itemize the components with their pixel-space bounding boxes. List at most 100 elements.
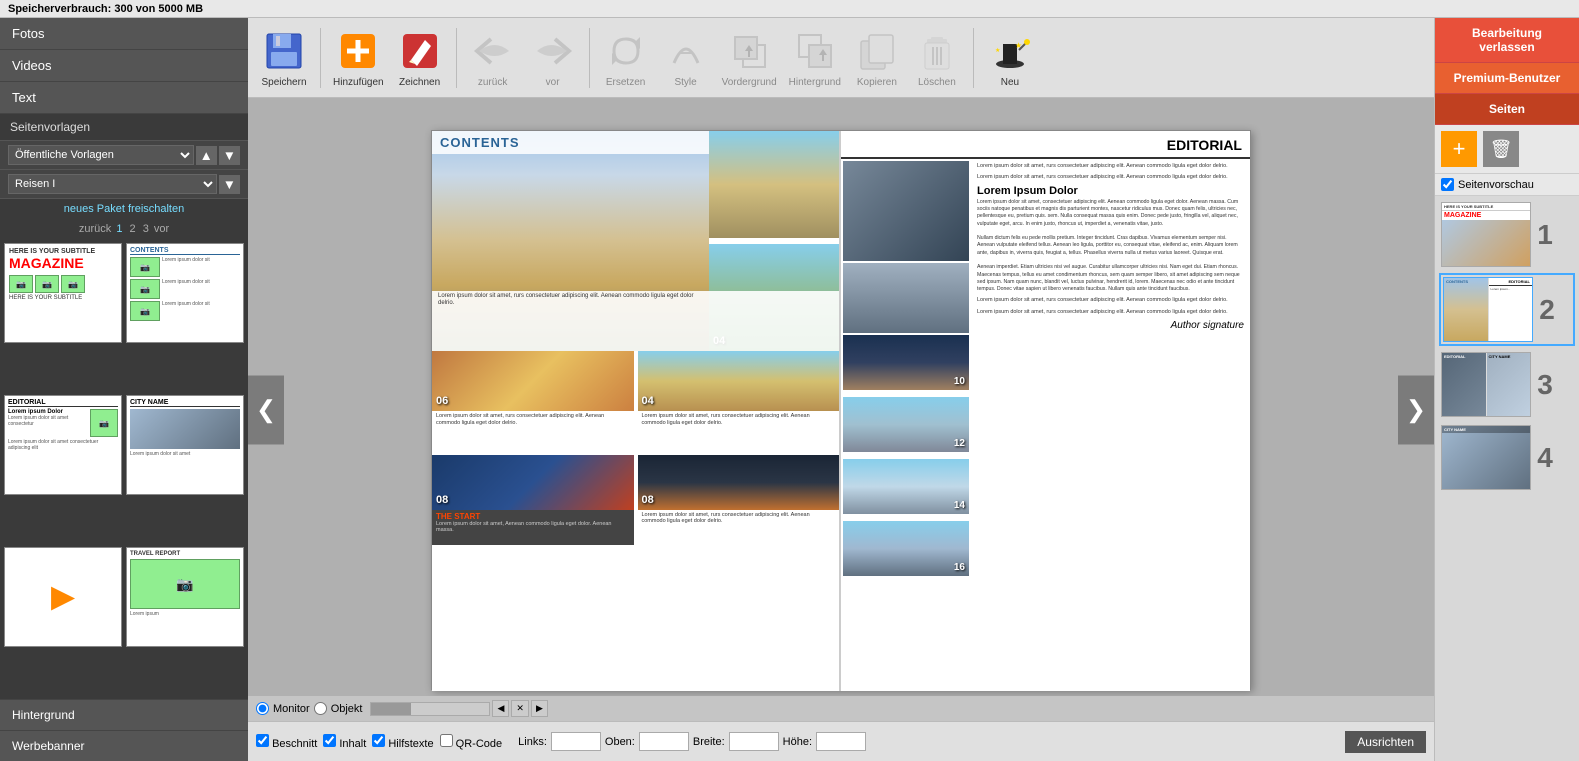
seitenvorschau-label: Seitenvorschau — [1458, 179, 1534, 191]
page-num-1: 1 — [1535, 219, 1555, 251]
template-grid: HERE IS YOUR SUBTITLE MAGAZINE 📷 📷 📷 HER… — [0, 239, 248, 699]
sidebar-reisen-row: Reisen I ▼ — [0, 170, 248, 199]
monitor-radio[interactable] — [256, 702, 269, 715]
hinzufuegen-tool[interactable]: Hinzufügen — [329, 25, 388, 90]
scroll-right-btn[interactable]: ▶ — [531, 700, 548, 717]
zurueck-label: zurück — [478, 77, 507, 88]
template-thumb-6[interactable]: TRAVEL REPORT 📷 Lorem ipsum — [126, 547, 244, 647]
hoehe-input[interactable] — [816, 732, 866, 751]
oeffentliche-vorlagen-select[interactable]: Öffentliche Vorlagen — [8, 145, 194, 165]
vorlagen-scroll-up[interactable]: ▲ — [196, 146, 217, 165]
nav-page3[interactable]: 3 — [143, 223, 149, 235]
reisen-select[interactable]: Reisen I — [8, 174, 217, 194]
hinzufuegen-label: Hinzufügen — [333, 77, 384, 88]
page-thumb-item-2[interactable]: CONTENTS EDITORIAL Lorem ipsum... 2 — [1439, 273, 1575, 346]
zurueck-tool[interactable]: zurück — [465, 25, 521, 90]
left-sidebar: Fotos Videos Text Seitenvorlagen Öffentl… — [0, 18, 248, 761]
vor-tool[interactable]: vor — [525, 25, 581, 90]
sidebar-fotos-btn[interactable]: Fotos — [0, 18, 248, 50]
template-thumb-2[interactable]: CONTENTS 📷 Lorem ipsum dolor sit 📷 Lorem… — [126, 243, 244, 343]
breite-label: Breite: — [693, 736, 725, 748]
contents-item-08-text: Lorem ipsum dolor sit amet, rurs consect… — [642, 512, 810, 524]
ersetzen-label: Ersetzen — [606, 77, 645, 88]
sidebar-videos-btn[interactable]: Videos — [0, 50, 248, 82]
ausrichten-btn[interactable]: Ausrichten — [1345, 731, 1426, 753]
vorlagen-scroll-down[interactable]: ▼ — [219, 146, 240, 165]
scroll-left-btn[interactable]: ◀ — [492, 700, 509, 717]
premium-benutzer-btn[interactable]: Premium-Benutzer — [1435, 63, 1579, 94]
seitenvorschau-checkbox[interactable] — [1441, 178, 1454, 191]
speichern-tool[interactable]: Speichern — [256, 25, 312, 90]
style-label: Style — [674, 77, 696, 88]
canvas-nav-right-btn[interactable]: ❯ — [1398, 375, 1434, 444]
scroll-track[interactable] — [370, 702, 490, 716]
template-thumb-4[interactable]: CITY NAME Lorem ipsum dolor sit amet — [126, 395, 244, 495]
spread-container: CONTENTS 02 04 — [431, 130, 1251, 690]
reisen-scroll-down[interactable]: ▼ — [219, 175, 240, 194]
werbebanner-btn[interactable]: Werbebanner — [0, 730, 248, 761]
toolbar: Speichern Hinzufügen — [248, 18, 1434, 98]
neu-tool[interactable]: ★ ★ Neu — [982, 25, 1038, 90]
contents-header: CONTENTS — [440, 135, 520, 150]
zurueck-icon — [469, 27, 517, 75]
page-thumb-item-1[interactable]: HERE IS YOUR SUBTITLE MAGAZINE 1 — [1439, 200, 1575, 269]
loeschen-tool[interactable]: Löschen — [909, 25, 965, 90]
kopieren-tool[interactable]: Kopieren — [849, 25, 905, 90]
nav-vor[interactable]: vor — [154, 223, 169, 235]
objekt-radio[interactable] — [314, 702, 327, 715]
monitor-radio-group: Monitor Objekt — [256, 702, 362, 715]
kopieren-label: Kopieren — [857, 77, 897, 88]
bottom-bar: Beschnitt Inhalt Hilfstexte QR-Code Link… — [248, 721, 1434, 761]
inhalt-checkbox-label: Inhalt — [323, 734, 366, 750]
style-icon — [662, 27, 710, 75]
canvas-area: ❮ CONTENTS — [248, 98, 1434, 721]
nav-page2[interactable]: 2 — [130, 223, 136, 235]
zeichnen-tool[interactable]: Zeichnen — [392, 25, 448, 90]
template-thumb-3[interactable]: EDITORIAL Lorem ipsum Dolor Lorem ipsum … — [4, 395, 122, 495]
editorial-item-10-text: Lorem ipsum dolor sit amet, rurs consect… — [977, 163, 1228, 169]
nav-page1[interactable]: 1 — [116, 223, 122, 235]
loeschen-icon — [913, 27, 961, 75]
right-add-btn[interactable]: + — [1441, 131, 1477, 167]
sidebar-nav: neues Paket freischalten — [0, 199, 248, 219]
right-trash-btn[interactable]: 🗑 — [1483, 131, 1519, 167]
sidebar-text-btn[interactable]: Text — [0, 82, 248, 114]
right-sidebar: Bearbeitung verlassen Premium-Benutzer S… — [1434, 18, 1579, 761]
editorial-body: Lorem ipsum dolor sit amet, consectetuer… — [977, 199, 1240, 292]
page-thumb-item-4[interactable]: CITY NAME 4 — [1439, 423, 1575, 492]
nav-zurueck[interactable]: zurück — [79, 223, 111, 235]
page-right: EDITORIAL — [841, 131, 1250, 691]
hintergrund-btn[interactable]: Hintergrund — [0, 699, 248, 730]
bearbeitung-verlassen-btn[interactable]: Bearbeitung verlassen — [1435, 18, 1579, 63]
beschnitt-checkbox[interactable] — [256, 734, 269, 747]
inhalt-checkbox[interactable] — [323, 734, 336, 747]
canvas-nav-left-btn[interactable]: ❮ — [248, 375, 284, 444]
zeichnen-label: Zeichnen — [399, 77, 440, 88]
template-thumb-5[interactable]: ► — [4, 547, 122, 647]
objekt-label: Objekt — [331, 703, 363, 715]
ersetzen-tool[interactable]: Ersetzen — [598, 25, 654, 90]
qr-code-checkbox-label: QR-Code — [440, 734, 503, 750]
oben-input[interactable] — [639, 732, 689, 751]
qr-code-checkbox[interactable] — [440, 734, 453, 747]
vordergrund-tool[interactable]: Vordergrund — [718, 25, 781, 90]
hoehe-label: Höhe: — [783, 736, 812, 748]
hintergrund-tool[interactable]: Hintergrund — [785, 25, 845, 90]
vordergrund-icon — [725, 27, 773, 75]
page-thumb-item-3[interactable]: EDITORIAL CITY NAME 3 — [1439, 350, 1575, 419]
hilfstexte-checkbox[interactable] — [372, 734, 385, 747]
page-num-4: 4 — [1535, 442, 1555, 474]
page-left: CONTENTS 02 04 — [432, 131, 841, 691]
neues-paket-link[interactable]: neues Paket freischalten — [64, 203, 184, 215]
style-tool[interactable]: Style — [658, 25, 714, 90]
bottom-fields: Links: Oben: Breite: Höhe: — [518, 732, 866, 751]
scroll-close-btn[interactable]: ✕ — [511, 700, 529, 717]
breite-input[interactable] — [729, 732, 779, 751]
seiten-btn[interactable]: Seiten — [1435, 94, 1579, 125]
template-thumb-1[interactable]: HERE IS YOUR SUBTITLE MAGAZINE 📷 📷 📷 HER… — [4, 243, 122, 343]
editorial-header: EDITORIAL — [1167, 137, 1242, 153]
page-thumb-preview-3: EDITORIAL CITY NAME — [1441, 352, 1531, 417]
zeichnen-icon — [396, 27, 444, 75]
scroll-thumb-area: ◀ ✕ ▶ — [370, 700, 547, 717]
links-input[interactable] — [551, 732, 601, 751]
